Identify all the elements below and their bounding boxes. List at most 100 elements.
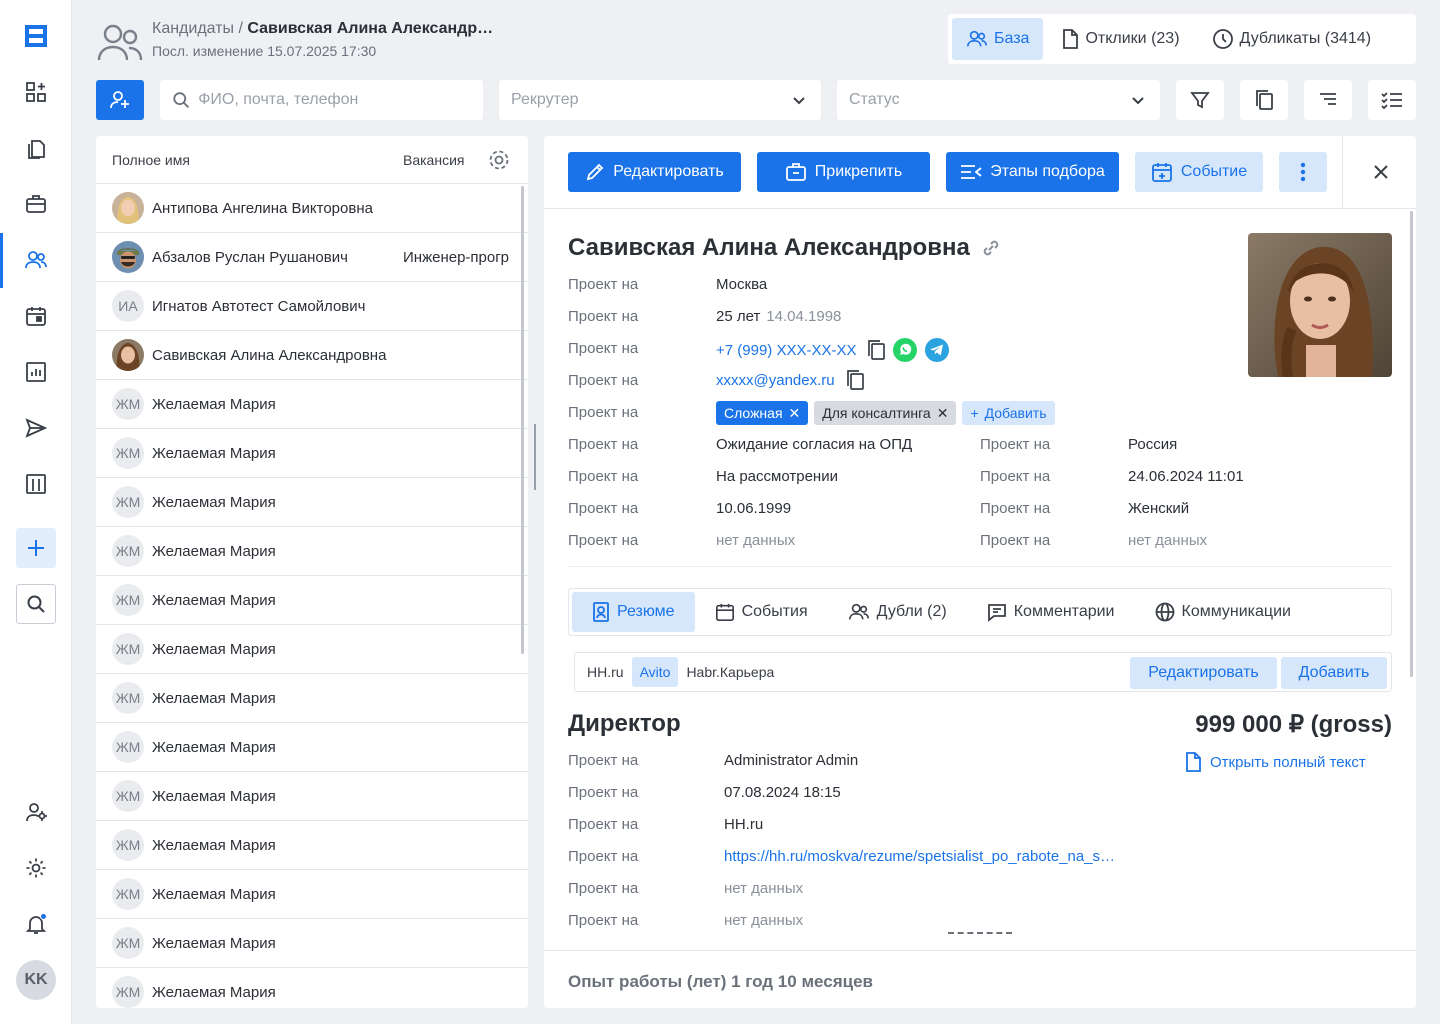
candidate-name: Желаемая Мария xyxy=(152,787,276,805)
avatar: ЖМ xyxy=(112,780,144,812)
link-icon[interactable] xyxy=(980,237,1002,259)
remove-tag-icon[interactable]: ✕ xyxy=(937,405,949,422)
resume-add-button[interactable]: Добавить xyxy=(1281,657,1387,689)
document-icon xyxy=(1063,29,1079,49)
sort-button[interactable] xyxy=(1304,80,1352,120)
tab-duplicates-label: Дубли (2) xyxy=(876,603,947,620)
breadcrumb-section[interactable]: Кандидаты xyxy=(152,20,234,37)
list-item[interactable]: ЖМ Желаемая Мария xyxy=(96,380,528,429)
dashboard-icon[interactable] xyxy=(16,72,56,112)
edit-button[interactable]: Редактировать xyxy=(568,152,741,192)
candidate-name: Желаемая Мария xyxy=(152,983,276,1001)
filter-button[interactable] xyxy=(1176,80,1224,120)
send-icon[interactable] xyxy=(16,408,56,448)
tab-base[interactable]: База xyxy=(952,18,1044,60)
phone-link[interactable]: +7 (999) XXX-XX-XX xyxy=(716,342,856,359)
list-item[interactable]: ЖМ Желаемая Мария xyxy=(96,919,528,968)
whatsapp-icon[interactable] xyxy=(892,337,918,363)
recruiter-select[interactable]: Рекрутер xyxy=(499,80,821,120)
list-item[interactable]: ЖМ Желаемая Мария xyxy=(96,821,528,870)
email-link[interactable]: xxxxx@yandex.ru xyxy=(716,372,835,389)
copy-icon[interactable] xyxy=(845,369,865,391)
active-indicator xyxy=(0,233,3,288)
reports-icon[interactable] xyxy=(16,352,56,392)
open-full-text-label: Открыть полный текст xyxy=(1210,753,1366,771)
list-item[interactable]: ЖМ Желаемая Мария xyxy=(96,870,528,919)
tab-duplicates[interactable]: Дубли (2) xyxy=(828,592,967,632)
list-item[interactable]: Савивская Алина Александровна xyxy=(96,331,528,380)
detail-scrollbar[interactable] xyxy=(1410,211,1413,677)
user-avatar[interactable]: KK xyxy=(16,960,56,1000)
bell-icon[interactable] xyxy=(16,904,56,944)
resume-edit-button[interactable]: Редактировать xyxy=(1130,657,1277,689)
list-item[interactable]: ЖМ Желаемая Мария xyxy=(96,968,528,1008)
open-full-text-link[interactable]: Открыть полный текст xyxy=(1184,752,1366,772)
field-label: Проект на xyxy=(568,340,639,357)
section-resizer[interactable] xyxy=(948,932,1012,935)
board-icon[interactable] xyxy=(16,464,56,504)
avatar: ЖМ xyxy=(112,731,144,763)
telegram-icon[interactable] xyxy=(924,337,950,363)
close-icon[interactable] xyxy=(1370,161,1392,183)
tab-resume[interactable]: Резюме xyxy=(572,592,695,632)
divider xyxy=(544,950,1416,951)
search-field xyxy=(160,80,483,120)
stages-button[interactable]: Этапы подбора xyxy=(946,152,1119,192)
more-button[interactable] xyxy=(1279,152,1327,192)
chevron-down-icon xyxy=(793,97,805,105)
gear-icon[interactable] xyxy=(488,149,510,171)
age-value: 25 лет 14.04.1998 xyxy=(716,308,841,325)
source-avito[interactable]: Avito xyxy=(631,657,679,687)
tab-comments[interactable]: Комментарии xyxy=(967,592,1135,632)
resume-url[interactable]: https://hh.ru/moskva/rezume/spetsialist_… xyxy=(724,848,1115,865)
tab-duplicates[interactable]: Дубликаты (3414) xyxy=(1198,18,1386,60)
list-scrollbar[interactable] xyxy=(521,186,524,654)
add-candidate-button[interactable] xyxy=(96,80,144,120)
list-item[interactable]: ЖМ Желаемая Мария xyxy=(96,527,528,576)
list-item[interactable]: Абзалов Руслан Рушанович Инженер-прогр xyxy=(96,233,528,282)
list-item[interactable]: ЖМ Желаемая Мария xyxy=(96,429,528,478)
logo-icon[interactable] xyxy=(16,16,56,56)
column-vacancy[interactable]: Вакансия xyxy=(403,152,464,168)
calendar-icon[interactable] xyxy=(16,296,56,336)
tab-communications[interactable]: Коммуникации xyxy=(1135,592,1311,632)
list-item[interactable]: ЖМ Желаемая Мария xyxy=(96,478,528,527)
list-item[interactable]: ЖМ Желаемая Мария xyxy=(96,625,528,674)
tab-responses[interactable]: Отклики (23) xyxy=(1047,18,1193,60)
remove-tag-icon[interactable]: ✕ xyxy=(789,405,801,422)
empty-value: нет данных xyxy=(724,912,804,929)
candidate-name: Желаемая Мария xyxy=(152,591,276,609)
status-select[interactable]: Статус xyxy=(837,80,1160,120)
field-label: Проект на xyxy=(980,468,1051,485)
list-item[interactable]: ЖМ Желаемая Мария xyxy=(96,723,528,772)
filter-icon xyxy=(1190,92,1210,109)
documents-icon[interactable] xyxy=(16,128,56,168)
avatar: ЖМ xyxy=(112,388,144,420)
checklist-button[interactable] xyxy=(1368,80,1416,120)
column-name[interactable]: Полное имя xyxy=(112,152,190,168)
tab-events[interactable]: События xyxy=(695,592,828,632)
list-item[interactable]: ЖМ Желаемая Мария xyxy=(96,674,528,723)
vacancies-icon[interactable] xyxy=(16,184,56,224)
create-icon[interactable] xyxy=(16,528,56,568)
search-input[interactable] xyxy=(198,91,471,109)
candidates-icon[interactable] xyxy=(16,240,56,280)
search-icon[interactable] xyxy=(16,584,56,624)
source-hh[interactable]: HH.ru xyxy=(579,657,632,687)
user-settings-icon[interactable] xyxy=(16,792,56,832)
list-item[interactable]: ЖМ Желаемая Мария xyxy=(96,772,528,821)
copy-button[interactable] xyxy=(1240,80,1288,120)
gear-icon[interactable] xyxy=(16,848,56,888)
pencil-icon xyxy=(586,163,604,181)
field-label: Проект на xyxy=(568,276,639,293)
add-tag-button[interactable]: + Добавить xyxy=(962,401,1055,425)
list-item[interactable]: ЖМ Желаемая Мария xyxy=(96,576,528,625)
attach-button[interactable]: Прикрепить xyxy=(757,152,930,192)
event-button[interactable]: Событие xyxy=(1135,152,1263,192)
source-habr[interactable]: Habr.Карьера xyxy=(678,657,782,687)
panel-splitter[interactable] xyxy=(534,424,536,490)
list-item[interactable]: ИА Игнатов Автотест Самойлович xyxy=(96,282,528,331)
candidate-list: Полное имя Вакансия Антипова Ангелина Ви… xyxy=(96,136,528,1008)
copy-icon[interactable] xyxy=(866,339,886,361)
list-item[interactable]: Антипова Ангелина Викторовна xyxy=(96,184,528,233)
